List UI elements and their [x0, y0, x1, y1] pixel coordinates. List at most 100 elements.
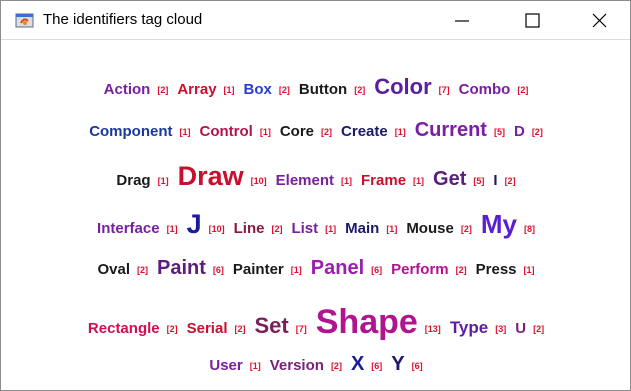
- tag-count: [2]: [157, 85, 169, 95]
- tag-count: [2]: [330, 361, 342, 371]
- cloud-row: Oval [2] Paint [6] Painter [1] Panel [6] Perform…: [1, 257, 630, 280]
- tag-count: [1]: [249, 361, 261, 371]
- tag-paint[interactable]: Paint: [157, 257, 206, 279]
- tag-perform[interactable]: Perform: [391, 261, 449, 278]
- tag-count: [2]: [455, 265, 467, 275]
- tag-count: [2]: [460, 224, 472, 234]
- tag-y[interactable]: Y: [391, 353, 404, 375]
- tag-cloud-window: The identifiers tag cloud Action [2] Array…: [0, 0, 631, 391]
- tag-shape[interactable]: Shape: [316, 303, 418, 341]
- tag-count: [2]: [166, 324, 178, 334]
- tag-count: [1]: [523, 265, 535, 275]
- minimize-icon: [455, 20, 469, 22]
- tag-type[interactable]: Type: [450, 318, 488, 337]
- tag-draw[interactable]: Draw: [178, 161, 244, 191]
- tag-count: [13]: [424, 324, 441, 334]
- tag-array[interactable]: Array: [177, 81, 216, 98]
- tag-count: [1]: [413, 176, 425, 186]
- close-icon: [592, 13, 607, 28]
- tag-interface[interactable]: Interface: [97, 220, 160, 237]
- tag-painter[interactable]: Painter: [233, 261, 284, 278]
- tag-create[interactable]: Create: [341, 123, 388, 140]
- tag-count: [2]: [234, 324, 246, 334]
- tag-count: [5]: [473, 176, 485, 186]
- tag-x[interactable]: X: [351, 353, 364, 375]
- tag-count: [8]: [523, 224, 535, 234]
- cloud-row: Rectangle [2] Serial [2] Set [7] Shape [13] Type…: [1, 303, 630, 342]
- tag-combo[interactable]: Combo: [459, 81, 511, 98]
- tag-frame[interactable]: Frame: [361, 172, 406, 189]
- java-coffee-icon: [15, 11, 35, 29]
- tag-count: [6]: [371, 265, 383, 275]
- tag-rectangle[interactable]: Rectangle: [88, 320, 160, 337]
- tag-current[interactable]: Current: [415, 119, 487, 141]
- tag-core[interactable]: Core: [280, 123, 314, 140]
- tag-count: [7]: [438, 85, 450, 95]
- tag-panel[interactable]: Panel: [311, 257, 364, 279]
- cloud-row: Drag [1] Draw [10] Element [1] Frame [1] Get [5] I…: [1, 161, 630, 192]
- tag-count: [2]: [533, 324, 545, 334]
- tag-u[interactable]: U: [515, 320, 526, 337]
- tag-count: [5]: [493, 127, 505, 137]
- tag-count: [1]: [259, 127, 271, 137]
- tag-count: [2]: [321, 127, 333, 137]
- tag-count: [1]: [179, 127, 191, 137]
- tag-line[interactable]: Line: [234, 220, 265, 237]
- tag-count: [1]: [386, 224, 398, 234]
- tag-user[interactable]: User: [209, 357, 242, 374]
- tag-component[interactable]: Component: [89, 123, 172, 140]
- title-bar[interactable]: The identifiers tag cloud: [1, 1, 630, 40]
- tag-mouse[interactable]: Mouse: [406, 220, 454, 237]
- tag-count: [6]: [212, 265, 224, 275]
- tag-count: [6]: [411, 361, 423, 371]
- tag-count: [2]: [531, 127, 543, 137]
- cloud-row: Component [1] Control [1] Core [2] Create [1] Cu…: [1, 119, 630, 142]
- tag-count: [1]: [157, 176, 169, 186]
- cloud-row: Action [2] Array [1] Box [2] Button [2] Color [7]…: [1, 74, 630, 100]
- tag-drag[interactable]: Drag: [116, 172, 150, 189]
- tag-count: [2]: [354, 85, 366, 95]
- tag-count: [2]: [137, 265, 148, 275]
- tag-color[interactable]: Color: [374, 74, 431, 99]
- cloud-row: User [1] Version [2] X [6] Y [6]: [1, 353, 630, 376]
- tag-box[interactable]: Box: [244, 81, 272, 98]
- maximize-icon: [525, 13, 540, 28]
- tag-count: [2]: [504, 176, 516, 186]
- tag-count: [2]: [278, 85, 290, 95]
- tag-action[interactable]: Action: [104, 81, 151, 98]
- close-button[interactable]: [576, 1, 622, 39]
- tag-list[interactable]: List: [291, 220, 318, 237]
- tag-main[interactable]: Main: [345, 220, 379, 237]
- tag-get[interactable]: Get: [433, 168, 466, 190]
- tag-count: [3]: [495, 324, 507, 334]
- tag-i[interactable]: I: [493, 172, 497, 189]
- tag-count: [10]: [208, 224, 225, 234]
- tag-count: [7]: [295, 324, 307, 334]
- tag-cloud: Action [2] Array [1] Box [2] Button [2] Color [7]…: [1, 41, 630, 391]
- tag-count: [2]: [517, 85, 529, 95]
- tag-count: [1]: [341, 176, 353, 186]
- tag-count: [10]: [250, 176, 267, 186]
- tag-count: [1]: [394, 127, 406, 137]
- window-title: The identifiers tag cloud: [43, 11, 203, 28]
- tag-button[interactable]: Button: [299, 81, 347, 98]
- tag-count: [1]: [166, 224, 178, 234]
- tag-count: [1]: [325, 224, 337, 234]
- tag-control[interactable]: Control: [200, 123, 253, 140]
- tag-count: [1]: [290, 265, 302, 275]
- tag-oval[interactable]: Oval: [97, 261, 130, 278]
- tag-press[interactable]: Press: [476, 261, 517, 278]
- tag-set[interactable]: Set: [255, 313, 289, 338]
- tag-element[interactable]: Element: [276, 172, 334, 189]
- maximize-button[interactable]: [509, 1, 555, 39]
- tag-my[interactable]: My: [481, 209, 517, 239]
- tag-version[interactable]: Version: [270, 357, 324, 374]
- tag-count: [6]: [371, 361, 383, 371]
- tag-serial[interactable]: Serial: [187, 320, 228, 337]
- cloud-row: Interface [1] J [10] Line [2] List [1] Main [1] Mo…: [1, 209, 630, 240]
- tag-count: [2]: [271, 224, 283, 234]
- tag-d[interactable]: D: [514, 123, 525, 140]
- minimize-button[interactable]: [439, 1, 485, 39]
- tag-j[interactable]: J: [187, 209, 202, 239]
- tag-count: [1]: [223, 85, 235, 95]
